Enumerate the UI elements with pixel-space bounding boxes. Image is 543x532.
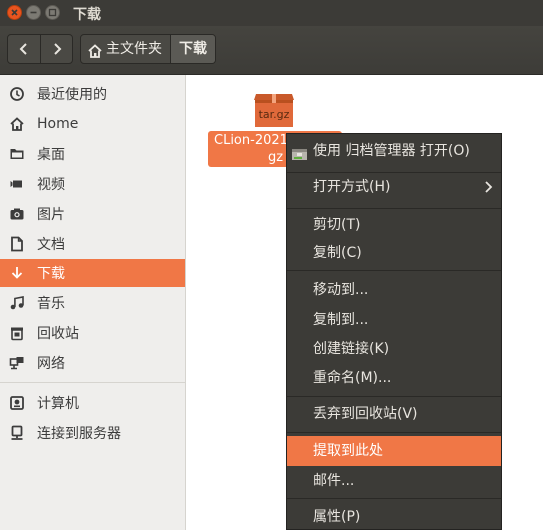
archive-file-icon[interactable]: tar.gz bbox=[252, 88, 296, 128]
breadcrumb-current[interactable]: 下载 bbox=[171, 35, 215, 63]
menu-item-label: 属性(P) bbox=[313, 509, 361, 525]
close-window-button[interactable] bbox=[7, 5, 22, 20]
sidebar-item-label: 桌面 bbox=[37, 147, 65, 163]
menu-item-cut[interactable]: 剪切(T) bbox=[287, 210, 501, 240]
sidebar-divider bbox=[0, 382, 185, 383]
menu-separator bbox=[287, 396, 501, 397]
sidebar-item-music[interactable]: 音乐 bbox=[0, 289, 185, 317]
menu-item-label: 重命名(M)... bbox=[313, 370, 392, 386]
sidebar-item-label: 回收站 bbox=[37, 326, 79, 342]
menu-item-label: 丢弃到回收站(V) bbox=[313, 406, 418, 422]
video-icon bbox=[9, 176, 25, 192]
menu-separator bbox=[287, 432, 501, 433]
chevron-right-icon bbox=[485, 181, 493, 193]
sidebar-item-network[interactable]: 网络 bbox=[0, 349, 185, 377]
folder-icon bbox=[9, 146, 25, 162]
sidebar-item-label: 文档 bbox=[37, 237, 65, 253]
menu-item-label: 邮件... bbox=[313, 473, 355, 489]
chevron-right-icon bbox=[54, 43, 62, 55]
sidebar-item-label: Home bbox=[37, 116, 79, 132]
file-type-label: tar.gz bbox=[258, 108, 290, 121]
breadcrumb-home[interactable]: 主文件夹 bbox=[81, 35, 171, 63]
menu-separator bbox=[287, 270, 501, 271]
close-icon bbox=[11, 9, 18, 16]
sidebar-item-label: 图片 bbox=[37, 207, 65, 223]
toolbar: 主文件夹 下载 bbox=[0, 26, 543, 75]
minimize-icon bbox=[30, 11, 37, 14]
menu-item-label: 移动到... bbox=[313, 282, 369, 298]
sidebar-item-label: 连接到服务器 bbox=[37, 426, 121, 442]
menu-item-label: 创建链接(K) bbox=[313, 341, 390, 357]
breadcrumb-home-label: 主文件夹 bbox=[106, 41, 162, 57]
menu-item-label: 提取到此处 bbox=[313, 443, 383, 459]
breadcrumb: 主文件夹 下载 bbox=[80, 34, 216, 64]
breadcrumb-current-label: 下载 bbox=[179, 41, 207, 57]
sidebar-item-label: 音乐 bbox=[37, 296, 65, 312]
archive-manager-icon bbox=[291, 143, 308, 160]
computer-icon bbox=[9, 395, 25, 411]
menu-item-rename[interactable]: 重命名(M)... bbox=[287, 363, 501, 393]
menu-item-label: 复制到... bbox=[313, 312, 369, 328]
sidebar-item-label: 下载 bbox=[37, 266, 65, 282]
sidebar-item-label: 视频 bbox=[37, 177, 65, 193]
navigation-buttons bbox=[7, 34, 73, 64]
sidebar-item-downloads[interactable]: 下载 bbox=[0, 259, 185, 287]
menu-item-label: 使用 归档管理器 打开(O) bbox=[313, 143, 470, 159]
network-icon bbox=[9, 355, 25, 371]
menu-item-email[interactable]: 邮件... bbox=[287, 466, 501, 496]
sidebar-item-recent[interactable]: 最近使用的 bbox=[0, 80, 185, 108]
menu-item-open-with-archive-manager[interactable]: 使用 归档管理器 打开(O) bbox=[287, 136, 501, 166]
chevron-left-icon bbox=[19, 43, 27, 55]
download-icon bbox=[9, 265, 25, 281]
title-bar: 下载 bbox=[0, 0, 543, 26]
menu-item-extract-here[interactable]: 提取到此处 bbox=[287, 436, 501, 466]
maximize-window-button[interactable] bbox=[45, 5, 60, 20]
menu-separator bbox=[287, 208, 501, 209]
minimize-window-button[interactable] bbox=[26, 5, 41, 20]
menu-item-label: 打开方式(H) bbox=[313, 179, 391, 195]
window-title: 下载 bbox=[73, 7, 101, 23]
menu-item-copy-to[interactable]: 复制到... bbox=[287, 305, 501, 335]
sidebar-item-videos[interactable]: 视频 bbox=[0, 170, 185, 198]
sidebar-item-desktop[interactable]: 桌面 bbox=[0, 140, 185, 168]
sidebar-item-connect-server[interactable]: 连接到服务器 bbox=[0, 419, 185, 447]
menu-item-move-to[interactable]: 移动到... bbox=[287, 275, 501, 305]
menu-item-make-link[interactable]: 创建链接(K) bbox=[287, 334, 501, 364]
menu-item-label: 复制(C) bbox=[313, 245, 362, 261]
menu-item-label: 剪切(T) bbox=[313, 217, 361, 233]
sidebar-item-label: 计算机 bbox=[37, 396, 79, 412]
menu-item-move-to-trash[interactable]: 丢弃到回收站(V) bbox=[287, 399, 501, 429]
sidebar-item-computer[interactable]: 计算机 bbox=[0, 389, 185, 417]
home-icon bbox=[9, 116, 25, 132]
clock-icon bbox=[9, 86, 25, 102]
context-menu: 使用 归档管理器 打开(O) 打开方式(H) 剪切(T) 复制(C) 移动到..… bbox=[286, 133, 502, 530]
forward-button[interactable] bbox=[41, 35, 72, 63]
sidebar-item-pictures[interactable]: 图片 bbox=[0, 200, 185, 228]
back-button[interactable] bbox=[8, 35, 41, 63]
music-icon bbox=[9, 295, 25, 311]
menu-item-properties[interactable]: 属性(P) bbox=[287, 502, 501, 532]
menu-item-open-with[interactable]: 打开方式(H) bbox=[287, 172, 501, 202]
sidebar: 最近使用的 Home 桌面 视频 图片 文档 下载 音乐 回收站 网络 计算机 … bbox=[0, 75, 186, 530]
menu-separator bbox=[287, 498, 501, 499]
sidebar-item-home[interactable]: Home bbox=[0, 110, 185, 138]
sidebar-item-trash[interactable]: 回收站 bbox=[0, 319, 185, 347]
server-icon bbox=[9, 425, 25, 441]
sidebar-item-label: 网络 bbox=[37, 356, 65, 372]
home-icon bbox=[87, 41, 103, 58]
menu-item-copy[interactable]: 复制(C) bbox=[287, 238, 501, 268]
sidebar-item-documents[interactable]: 文档 bbox=[0, 230, 185, 258]
maximize-icon bbox=[48, 8, 57, 17]
document-icon bbox=[9, 236, 25, 252]
trash-icon bbox=[9, 325, 25, 341]
camera-icon bbox=[9, 206, 25, 222]
sidebar-item-label: 最近使用的 bbox=[37, 87, 107, 103]
